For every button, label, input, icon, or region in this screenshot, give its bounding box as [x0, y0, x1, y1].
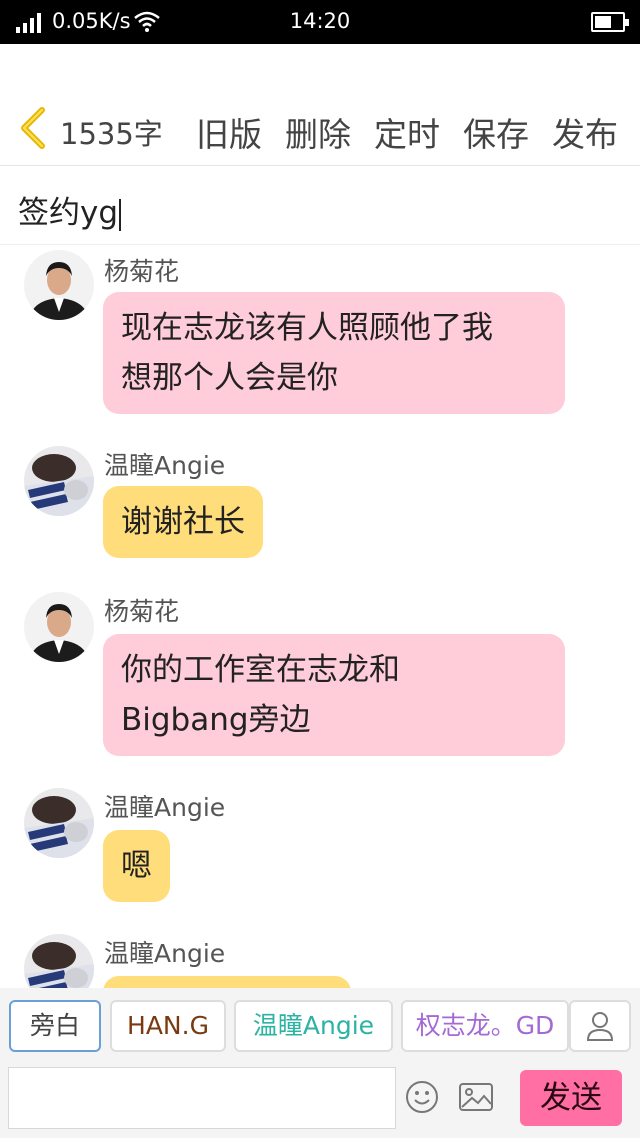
sender-name: 温瞳Angie — [104, 451, 226, 480]
schedule-button[interactable]: 定时 — [374, 108, 440, 156]
person-icon — [586, 1012, 614, 1041]
title-value: 签约yg — [18, 195, 119, 231]
chevron-left-icon[interactable] — [18, 106, 48, 150]
avatar[interactable] — [24, 592, 94, 662]
role-gd[interactable]: 权志龙。GD — [401, 1000, 569, 1052]
message-bubble[interactable]: 嗯 — [103, 830, 170, 902]
status-time: 14:20 — [289, 9, 351, 33]
message-line: 嗯 — [121, 848, 152, 884]
title-input[interactable]: 签约yg — [18, 187, 122, 232]
avatar[interactable] — [24, 446, 94, 516]
battery-level — [595, 16, 611, 28]
message-line: 谢谢社长 — [121, 504, 245, 540]
image-icon[interactable] — [458, 1082, 494, 1112]
send-button[interactable]: 发送 — [520, 1070, 622, 1126]
chat-list[interactable]: 杨菊花 现在志龙该有人照顾他了我 想那个人会是你 温瞳Angie 谢谢社长 杨菊… — [0, 246, 640, 988]
title-field[interactable]: 签约yg — [0, 167, 640, 245]
message-line: Bigbang旁边 — [121, 702, 311, 738]
avatar[interactable] — [24, 250, 94, 320]
avatar[interactable] — [24, 788, 94, 858]
avatar[interactable] — [24, 934, 94, 988]
message-input[interactable] — [8, 1067, 396, 1129]
composer: 发送 — [0, 1062, 640, 1138]
role-angie[interactable]: 温瞳Angie — [234, 1000, 393, 1052]
emoji-icon[interactable] — [405, 1080, 439, 1114]
sender-name: 杨菊花 — [104, 597, 180, 626]
add-role-button[interactable] — [569, 1000, 631, 1052]
message-line: 你的工作室在志龙和 — [121, 652, 400, 688]
message-bubble[interactable]: 你的工作室在志龙和 Bigbang旁边 — [103, 634, 565, 756]
message-line: 现在志龙该有人照顾他了我 — [121, 310, 493, 346]
role-narration[interactable]: 旁白 — [9, 1000, 101, 1052]
battery-icon — [591, 12, 629, 32]
sender-name: 杨菊花 — [104, 257, 180, 286]
status-bar: 0.05K/s 14:20 — [0, 0, 640, 44]
role-selector: 旁白 HAN.G 温瞳Angie 权志龙。GD — [0, 988, 640, 1062]
editor-toolbar: 1535字 旧版 删除 定时 保存 发布 — [0, 44, 640, 166]
message-bubble[interactable]: 谢谢社长 — [103, 486, 263, 558]
message-bubble[interactable] — [103, 976, 351, 988]
old-version-button[interactable]: 旧版 — [196, 108, 262, 156]
sender-name: 温瞳Angie — [104, 793, 226, 822]
delete-button[interactable]: 删除 — [285, 108, 351, 156]
publish-button[interactable]: 发布 — [552, 108, 618, 156]
role-han-g[interactable]: HAN.G — [110, 1000, 226, 1052]
save-button[interactable]: 保存 — [463, 108, 529, 156]
text-caret — [119, 198, 122, 231]
word-count: 1535字 — [60, 117, 163, 151]
message-line: 想那个人会是你 — [121, 360, 338, 396]
message-bubble[interactable]: 现在志龙该有人照顾他了我 想那个人会是你 — [103, 292, 565, 414]
sender-name: 温瞳Angie — [104, 939, 226, 968]
